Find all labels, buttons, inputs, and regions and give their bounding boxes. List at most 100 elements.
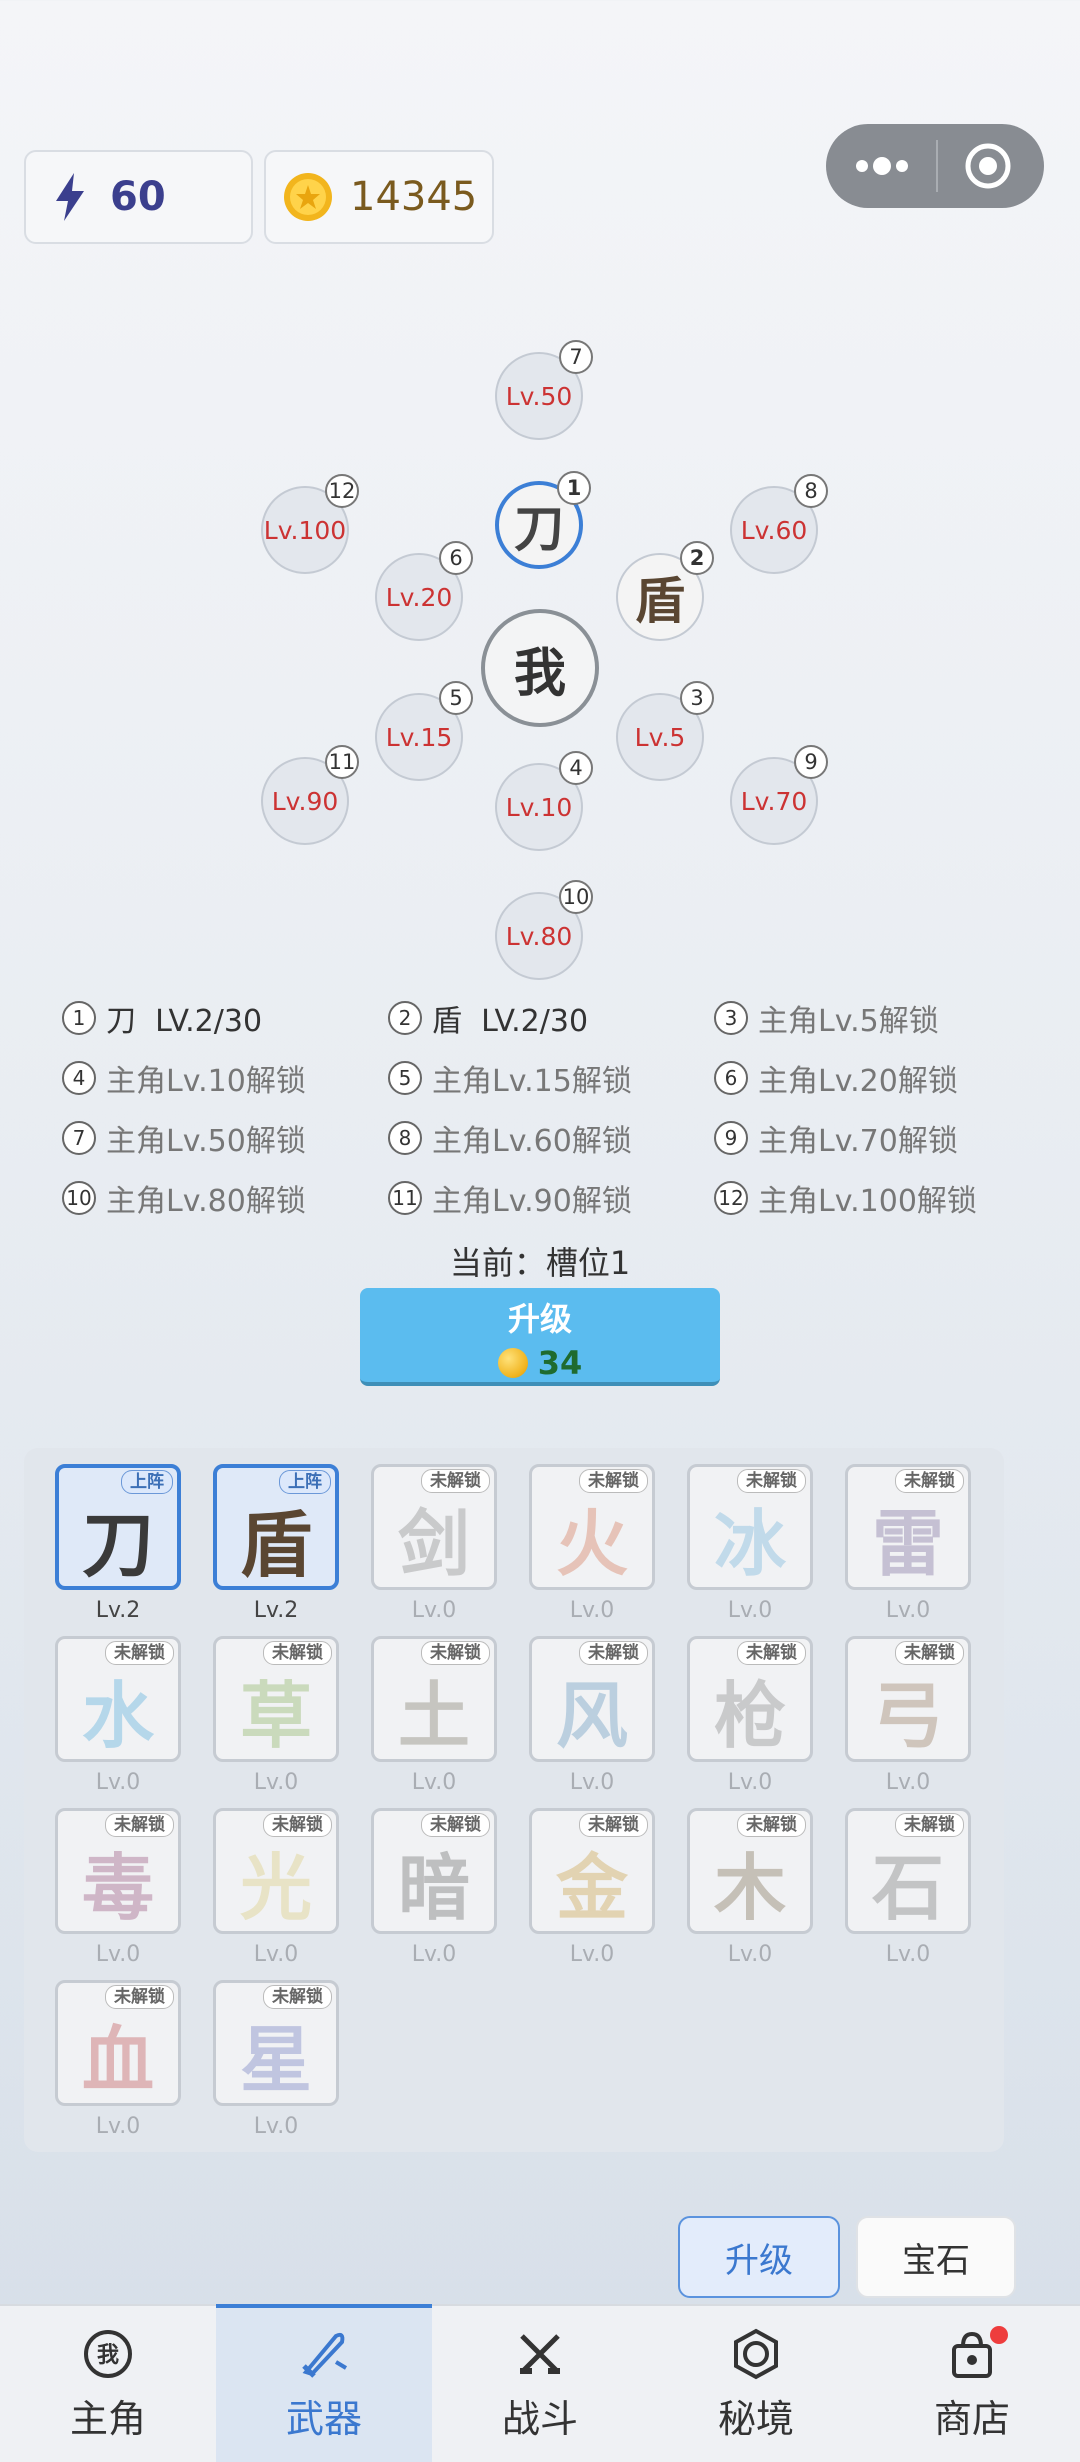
weapon-level: Lv.0 (569, 1942, 615, 1967)
slot-label: Lv.50 (505, 381, 573, 411)
coin-counter[interactable]: 14345 (264, 150, 494, 244)
legend-number: 9 (714, 1120, 748, 1155)
weapon-glyph: 木 (713, 1846, 786, 1930)
slot-12[interactable]: Lv.100 12 (261, 474, 359, 574)
hero-center[interactable]: 我 (481, 609, 599, 727)
nav-character[interactable]: 我 主角 (0, 2306, 216, 2462)
weapon-card[interactable]: 未解锁水 (55, 1636, 181, 1762)
energy-counter[interactable]: 60 (24, 150, 253, 244)
slot-label: 刀 (514, 500, 564, 558)
nav-label: 商店 (933, 2397, 1010, 2441)
nav-realm[interactable]: 秘境 (648, 2306, 864, 2462)
bottom-nav: 我 主角 武器 战斗 秘境 商店 (0, 2304, 1080, 2462)
legend-number: 5 (388, 1060, 422, 1095)
weapon-card[interactable]: 未解锁星 (213, 1980, 339, 2106)
slot-7[interactable]: Lv.50 7 (495, 340, 593, 440)
weapon-glyph: 盾 (239, 1503, 312, 1587)
slot-number: 3 (680, 681, 714, 715)
slot-6[interactable]: Lv.20 6 (375, 541, 473, 641)
weapon-level: Lv.0 (727, 1598, 773, 1623)
weapon-glyph: 风 (555, 1674, 628, 1758)
battle-icon (512, 2326, 568, 2382)
legend-text: 主角Lv.80解锁 (106, 1183, 306, 1219)
coin-icon (284, 173, 332, 221)
slot-5[interactable]: Lv.15 5 (375, 681, 473, 781)
legend-text: 主角Lv.90解锁 (432, 1183, 632, 1219)
weapon-card[interactable]: 未解锁弓 (845, 1636, 971, 1762)
legend-number: 11 (388, 1180, 422, 1215)
slot-3[interactable]: Lv.5 3 (616, 681, 714, 781)
lightning-icon (56, 173, 84, 221)
more-icon[interactable] (826, 124, 936, 208)
notification-dot (990, 2326, 1008, 2344)
slot-9[interactable]: Lv.70 9 (730, 745, 828, 845)
legend-text: 主角Lv.60解锁 (432, 1123, 632, 1159)
nav-label: 战斗 (501, 2397, 578, 2441)
weapon-level: Lv.0 (569, 1598, 615, 1623)
nav-shop[interactable]: 商店 (864, 2306, 1080, 2462)
slot-2[interactable]: 盾 2 (616, 541, 714, 641)
weapon-card[interactable]: 上阵盾 (213, 1464, 339, 1590)
slot-1[interactable]: 刀 1 (495, 471, 591, 569)
mini-program-capsule (826, 124, 1044, 208)
legend-number: 12 (714, 1180, 748, 1215)
weapon-glyph: 水 (81, 1674, 154, 1758)
weapon-level: Lv.0 (727, 1770, 773, 1795)
legend-number: 8 (388, 1120, 422, 1155)
legend-item: 1 刀 LV.2/30 (62, 1000, 388, 1039)
weapon-card[interactable]: 未解锁风 (529, 1636, 655, 1762)
weapon-glyph: 星 (239, 2018, 312, 2102)
upgrade-tab[interactable]: 升级 (678, 2216, 840, 2298)
slot-number: 6 (439, 541, 473, 575)
gem-tab[interactable]: 宝石 (856, 2216, 1016, 2298)
weapon-card[interactable]: 未解锁石 (845, 1808, 971, 1934)
slot-label: Lv.10 (505, 792, 573, 822)
slot-11[interactable]: Lv.90 11 (261, 745, 359, 845)
weapon-card[interactable]: 未解锁金 (529, 1808, 655, 1934)
weapon-card[interactable]: 未解锁火 (529, 1464, 655, 1590)
legend-item: 9 主角Lv.70解锁 (714, 1120, 1022, 1159)
legend-text: 主角Lv.5解锁 (758, 1003, 939, 1039)
slot-8[interactable]: Lv.60 8 (730, 474, 828, 574)
weapon-card[interactable]: 未解锁木 (687, 1808, 813, 1934)
weapon-card[interactable]: 未解锁雷 (845, 1464, 971, 1590)
legend-number: 3 (714, 1000, 748, 1035)
weapon-card[interactable]: 未解锁土 (371, 1636, 497, 1762)
nav-label: 武器 (285, 2397, 362, 2441)
realm-icon (728, 2326, 784, 2382)
legend-item: 7 主角Lv.50解锁 (62, 1120, 388, 1159)
upgrade-cost-value: 34 (537, 1344, 583, 1382)
close-target-icon[interactable] (938, 124, 1044, 208)
slot-4[interactable]: Lv.10 4 (495, 751, 593, 851)
weapon-level: Lv.0 (253, 1770, 299, 1795)
weapon-level: Lv.2 (253, 1598, 299, 1623)
slot-10[interactable]: Lv.80 10 (495, 880, 593, 980)
weapon-card[interactable]: 未解锁血 (55, 1980, 181, 2106)
legend-number: 1 (62, 1000, 96, 1035)
slot-number: 1 (557, 471, 591, 505)
weapon-card[interactable]: 未解锁草 (213, 1636, 339, 1762)
slot-label: Lv.70 (740, 786, 808, 816)
legend-number: 4 (62, 1060, 96, 1095)
upgrade-cost: 34 (360, 1344, 720, 1382)
weapon-glyph: 火 (555, 1502, 628, 1586)
slot-number: 12 (325, 474, 359, 508)
upgrade-button-label: 升级 (507, 1300, 572, 1338)
weapon-level: Lv.0 (95, 2114, 141, 2139)
weapon-card[interactable]: 未解锁毒 (55, 1808, 181, 1934)
legend-text: 主角Lv.20解锁 (758, 1063, 958, 1099)
upgrade-button[interactable]: 升级 34 (360, 1288, 720, 1386)
nav-weapon[interactable]: 武器 (216, 2304, 432, 2462)
weapon-glyph: 剑 (397, 1502, 470, 1586)
slot-label: Lv.80 (505, 921, 573, 951)
slot-label: Lv.20 (385, 582, 453, 612)
coin-icon (497, 1348, 528, 1378)
weapon-card[interactable]: 未解锁剑 (371, 1464, 497, 1590)
weapon-glyph: 雷 (871, 1502, 944, 1586)
weapon-card[interactable]: 未解锁暗 (371, 1808, 497, 1934)
weapon-card[interactable]: 未解锁冰 (687, 1464, 813, 1590)
weapon-card[interactable]: 未解锁光 (213, 1808, 339, 1934)
weapon-card[interactable]: 未解锁枪 (687, 1636, 813, 1762)
weapon-card[interactable]: 上阵刀 (55, 1464, 181, 1590)
nav-battle[interactable]: 战斗 (432, 2306, 648, 2462)
